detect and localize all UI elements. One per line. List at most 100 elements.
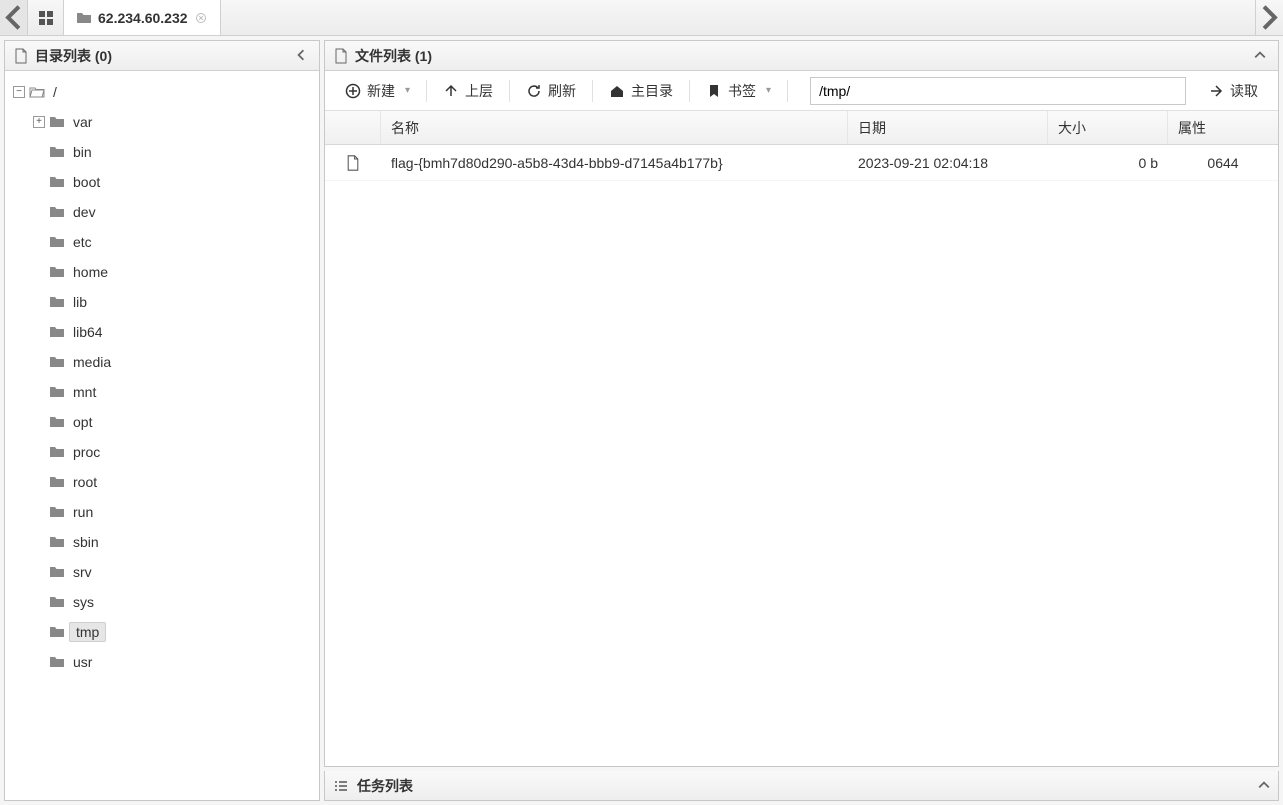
col-name-header[interactable]: 名称 <box>381 111 848 144</box>
tree-item-sys[interactable]: sys <box>5 587 319 617</box>
tree-item-label: tmp <box>69 622 106 642</box>
path-input[interactable] <box>810 77 1186 105</box>
bookmark-label: 书签 <box>728 81 756 101</box>
col-attr-header[interactable]: 属性 <box>1168 111 1278 144</box>
home-label: 主目录 <box>631 81 673 101</box>
tree-item-label: dev <box>69 202 100 222</box>
folder-icon <box>76 10 92 26</box>
grid-body: flag-{bmh7d80d290-a5b8-43d4-bbb9-d7145a4… <box>325 145 1278 766</box>
tree-item-home[interactable]: home <box>5 257 319 287</box>
collapse-left-icon[interactable] <box>291 46 311 66</box>
tree-toggle-spacer <box>33 536 45 548</box>
folder-icon <box>49 564 65 580</box>
tree-item-lib[interactable]: lib <box>5 287 319 317</box>
tree-item-boot[interactable]: boot <box>5 167 319 197</box>
read-button[interactable]: 读取 <box>1196 75 1270 107</box>
folder-icon <box>49 504 65 520</box>
tree-toggle-spacer <box>33 236 45 248</box>
file-icon <box>345 155 361 171</box>
read-label: 读取 <box>1230 81 1258 101</box>
tree-item-label: bin <box>69 142 96 162</box>
home-icon <box>609 83 625 99</box>
folder-icon <box>49 534 65 550</box>
col-size-header[interactable]: 大小 <box>1048 111 1168 144</box>
tab-bar: 62.234.60.232 <box>0 0 1283 36</box>
tree-item-label: home <box>69 262 112 282</box>
tree-item-label: run <box>69 502 97 522</box>
tree-toggle-spacer <box>33 386 45 398</box>
up-button[interactable]: 上层 <box>431 75 505 107</box>
file-icon <box>333 48 349 64</box>
table-row[interactable]: flag-{bmh7d80d290-a5b8-43d4-bbb9-d7145a4… <box>325 145 1278 181</box>
tree-toggle-spacer <box>33 326 45 338</box>
tree-item-label: media <box>69 352 115 372</box>
list-icon <box>333 778 349 794</box>
tab-scroll-right[interactable] <box>1255 0 1283 35</box>
tree-item-usr[interactable]: usr <box>5 647 319 677</box>
home-button[interactable]: 主目录 <box>597 75 685 107</box>
tree-root[interactable]: − / <box>5 77 319 107</box>
tree-item-var[interactable]: + var <box>5 107 319 137</box>
tree-item-label: usr <box>69 652 96 672</box>
bookmark-button[interactable]: 书签 ▾ <box>694 75 783 107</box>
refresh-label: 刷新 <box>548 81 576 101</box>
tree-item-bin[interactable]: bin <box>5 137 319 167</box>
tab-close-icon[interactable] <box>194 11 208 25</box>
tree-item-lib64[interactable]: lib64 <box>5 317 319 347</box>
tree-toggle-spacer <box>33 596 45 608</box>
tab-grid-button[interactable] <box>28 0 64 35</box>
folder-icon <box>49 474 65 490</box>
tree-item-label: sys <box>69 592 98 612</box>
expand-up-icon[interactable] <box>1258 778 1270 794</box>
folder-open-icon <box>29 84 45 100</box>
tree-toggle-spacer <box>33 476 45 488</box>
tree-item-label: var <box>69 112 96 132</box>
file-panel: 文件列表 (1) 新建 ▾ 上层 <box>324 40 1279 767</box>
folder-icon <box>49 114 65 130</box>
col-icon-header[interactable] <box>325 111 381 144</box>
tree-item-proc[interactable]: proc <box>5 437 319 467</box>
tree-toggle-spacer <box>33 176 45 188</box>
tree-toggle-spacer <box>33 446 45 458</box>
tree-toggle-spacer <box>33 266 45 278</box>
tab-scroll-left[interactable] <box>0 0 28 35</box>
new-label: 新建 <box>367 81 395 101</box>
tree-item-tmp[interactable]: tmp <box>5 617 319 647</box>
col-date-header[interactable]: 日期 <box>848 111 1048 144</box>
collapse-up-icon[interactable] <box>1250 46 1270 66</box>
directory-tree: − / + var bin boot dev etc home liblib64 media mn… <box>5 71 319 800</box>
tree-item-media[interactable]: media <box>5 347 319 377</box>
tree-item-label: mnt <box>69 382 100 402</box>
tree-toggle-icon[interactable]: − <box>13 86 25 98</box>
cell-name: flag-{bmh7d80d290-a5b8-43d4-bbb9-d7145a4… <box>381 155 848 171</box>
up-label: 上层 <box>465 81 493 101</box>
task-panel-header[interactable]: 任务列表 <box>324 771 1279 801</box>
folder-icon <box>49 414 65 430</box>
tree-toggle-spacer <box>33 146 45 158</box>
tree-toggle-icon[interactable]: + <box>33 116 45 128</box>
tree-item-root[interactable]: root <box>5 467 319 497</box>
tree-item-label: proc <box>69 442 104 462</box>
tree-item-run[interactable]: run <box>5 497 319 527</box>
file-panel-title: 文件列表 (1) <box>355 46 432 66</box>
tree-item-mnt[interactable]: mnt <box>5 377 319 407</box>
cell-size: 0 b <box>1048 155 1168 171</box>
tree-toggle-spacer <box>33 566 45 578</box>
main-area: 目录列表 (0) − / + var bin boot dev etc home liblib… <box>0 36 1283 805</box>
tree-item-sbin[interactable]: sbin <box>5 527 319 557</box>
refresh-button[interactable]: 刷新 <box>514 75 588 107</box>
tree-toggle-spacer <box>33 416 45 428</box>
tab-spacer <box>221 0 1255 35</box>
tree-item-etc[interactable]: etc <box>5 227 319 257</box>
tree-item-label: boot <box>69 172 104 192</box>
tree-item-opt[interactable]: opt <box>5 407 319 437</box>
cell-date: 2023-09-21 02:04:18 <box>848 155 1048 171</box>
arrow-up-icon <box>443 83 459 99</box>
tab-host[interactable]: 62.234.60.232 <box>64 0 221 35</box>
tree-item-label: opt <box>69 412 96 432</box>
directory-panel-header: 目录列表 (0) <box>5 41 319 71</box>
tree-item-srv[interactable]: srv <box>5 557 319 587</box>
tree-item-dev[interactable]: dev <box>5 197 319 227</box>
new-button[interactable]: 新建 ▾ <box>333 75 422 107</box>
task-title: 任务列表 <box>357 776 413 796</box>
